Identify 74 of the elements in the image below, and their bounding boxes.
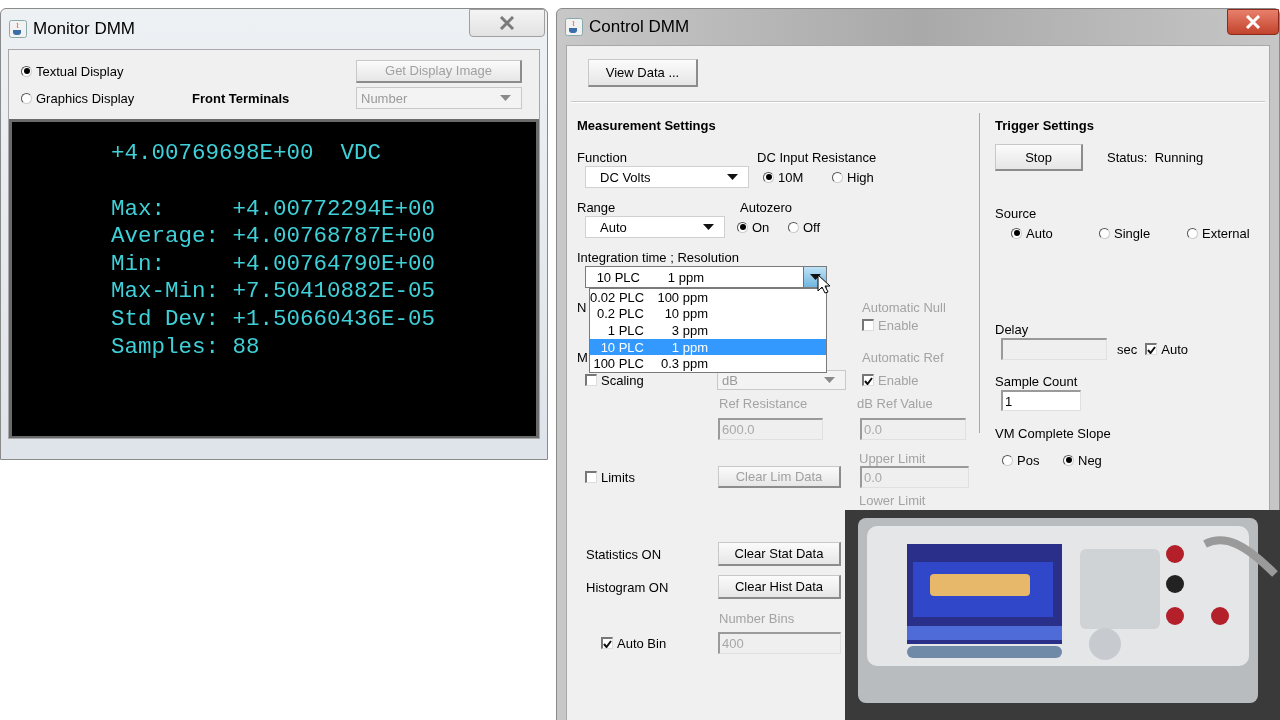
range-dropdown[interactable]: Auto [585,216,725,238]
close-icon [1245,15,1261,29]
label: sec [1117,341,1138,357]
label: M [577,349,588,365]
caret-icon [703,224,714,230]
window-title: Monitor DMM [33,19,135,39]
status-text: Status: Running [1107,150,1204,165]
label: Integration time ; Resolution [577,249,739,265]
checkbox[interactable]: Scaling [585,372,644,388]
radio-button[interactable]: 10M [763,169,804,185]
coffee-cup-icon [565,18,583,36]
caret-icon [727,174,738,180]
radio-button[interactable]: On [737,219,770,235]
dropdown-option[interactable]: 0.2 PLC 10 ppm [590,305,826,323]
reading-text: +4.00769698E+00 VDC [111,140,383,168]
statistic-line: Max: +4.00772294E+00 [111,195,437,224]
statistic-line: Std Dev: +1.50660436E-05 [111,305,437,334]
label: Trigger Settings [995,118,1094,133]
caret-icon [809,274,821,280]
label: Sample Count [995,373,1078,389]
close-button[interactable] [1227,9,1279,35]
label: Automatic Null [862,299,946,315]
stop-button[interactable]: Stop [995,144,1083,171]
radio-button[interactable]: Pos [1002,452,1040,468]
label: Function [577,149,627,165]
checkmark-icon [1147,345,1157,354]
radio-button[interactable]: Off [788,219,821,235]
label: Histogram ON [586,579,669,595]
coffee-cup-icon [9,20,27,38]
label: Automatic Ref [862,349,944,365]
window-title: Control DMM [589,17,690,37]
radio-button[interactable]: Auto [1011,225,1053,241]
label: Upper Limit [859,450,926,466]
checkbox[interactable]: Auto Bin [601,635,667,651]
close-button[interactable] [469,9,545,37]
dropdown-option[interactable]: 100 PLC 0.3 ppm [590,355,826,372]
checkmark-icon [603,639,612,648]
label: N [577,299,587,315]
radio-button[interactable]: Single [1099,225,1151,241]
label: VM Complete Slope [995,425,1111,441]
label: Measurement Settings [577,118,716,133]
radio-button[interactable]: External [1187,225,1250,241]
label: Autozero [740,199,793,215]
close-icon [499,16,515,30]
function-dropdown[interactable]: DC Volts [585,166,749,188]
label: Source [995,205,1037,221]
label: Number Bins [719,610,795,626]
radio-button[interactable]: Graphics Display [21,90,135,106]
sample-count-field[interactable]: 1 [1001,390,1081,411]
view-data-button[interactable]: View Data ... [588,59,698,87]
clear-hist-data-button[interactable]: Clear Hist Data [718,575,841,599]
statistic-line: Average: +4.00768787E+00 [111,223,437,251]
statistic-line: Max-Min: +7.50410882E-05 [111,278,437,306]
statistic-line: Samples: 88 [111,333,261,362]
checkmark-icon [864,376,873,385]
label: Lower Limit [859,492,926,508]
label: Delay [995,321,1029,337]
label: Range [577,199,616,215]
radio-button[interactable]: Neg [1063,452,1102,468]
label: Front Terminals [192,90,290,106]
caret-icon [824,377,835,383]
label: Ref Resistance [719,395,808,411]
clear-stat-data-button[interactable]: Clear Stat Data [718,542,841,566]
radio-button[interactable]: High [832,169,874,185]
statistic-line: Min: +4.00764790E+00 [111,250,437,279]
label: DC Input Resistance [757,149,877,165]
caret-icon [500,95,511,101]
dropdown-option[interactable]: 0.02 PLC 100 ppm [590,289,826,306]
radio-button[interactable]: Textual Display [21,63,124,79]
dropdown-option[interactable]: 1 PLC 3 ppm [590,322,826,339]
label: dB Ref Value [857,395,933,411]
integration-dropdown[interactable]: 10 PLC 1 ppm [585,266,827,288]
label: Statistics ON [586,546,662,562]
checkbox[interactable]: Limits [585,469,635,485]
